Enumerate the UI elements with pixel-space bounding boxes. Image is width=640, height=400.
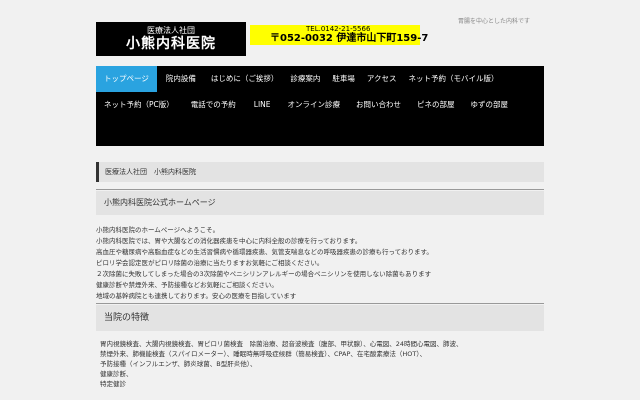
intro-line: ２次除菌に失敗してしまった場合の3次除菌やペニシリンアレルギーの場合ペニシリンを… — [96, 270, 432, 278]
nav-online-consultation[interactable]: オンライン診療 — [280, 92, 349, 118]
intro-line: 小熊内科医院のホームページへようこそ。 — [96, 226, 220, 234]
phone-number: TEL.0142-21-5566 — [306, 25, 371, 33]
divider — [96, 303, 544, 304]
feature-line: 特定健診 — [100, 380, 126, 388]
divider — [96, 189, 544, 190]
nav-row-1: トップページ 院内設備 はじめに（ご挨拶） 診療案内 駐車場 アクセス ネット予… — [96, 66, 504, 92]
feature-line: 胃内視鏡検査、大腸内視鏡検査、胃ピロリ菌検査 除菌治療、超音波検査（腹部、甲状腺… — [100, 340, 463, 348]
contact-box: TEL.0142-21-5566 〒052-0032 伊達市山下町159-7 — [250, 25, 428, 45]
section-title-home: 小熊内科医院公式ホームページ — [96, 191, 544, 215]
breadcrumb: 医療法人社団 小熊内科医院 — [96, 162, 544, 182]
intro-line: 健康診断や禁煙外来、予防接種などお気軽にご相談ください。 — [96, 281, 278, 289]
logo-subtitle: 医療法人社団 — [147, 26, 195, 35]
intro-text: 小熊内科医院のホームページへようこそ。 小熊内科医院では、胃や大腸などの消化器疾… — [96, 225, 544, 302]
clinic-logo[interactable]: 医療法人社団 小熊内科医院 — [96, 22, 246, 56]
nav-contact[interactable]: お問い合わせ — [348, 92, 409, 118]
nav-consultation[interactable]: 診療案内 — [284, 66, 326, 92]
logo-title: 小熊内科医院 — [126, 36, 216, 52]
nav-access[interactable]: アクセス — [361, 66, 403, 92]
main-nav: トップページ 院内設備 はじめに（ご挨拶） 診療案内 駐車場 アクセス ネット予… — [96, 66, 544, 146]
features-text: 胃内視鏡検査、大腸内視鏡検査、胃ピロリ菌検査 除菌治療、超音波検査（腹部、甲状腺… — [100, 339, 540, 389]
page: 医療法人社団 小熊内科医院 TEL.0142-21-5566 〒052-0032… — [0, 0, 640, 400]
breadcrumb-text: 医療法人社団 小熊内科医院 — [105, 168, 196, 176]
feature-line: 予防接種（インフルエンザ、肺炎球菌、B型肝炎他）、 — [100, 360, 257, 368]
nav-phone-booking[interactable]: 電話での予約 — [182, 92, 245, 118]
nav-web-booking-pc[interactable]: ネット予約（PC版） — [96, 92, 182, 118]
nav-row-2: ネット予約（PC版） 電話での予約 LINE オンライン診療 お問い合わせ ピネ… — [96, 92, 516, 118]
feature-line: 健康診断、 — [100, 370, 133, 378]
nav-web-booking-mobile[interactable]: ネット予約（モバイル版） — [402, 66, 504, 92]
address: 〒052-0032 伊達市山下町159-7 — [270, 33, 429, 44]
nav-line[interactable]: LINE — [245, 92, 280, 118]
nav-facilities[interactable]: 院内設備 — [157, 66, 205, 92]
section-title-features: 当院の特徴 — [96, 305, 544, 331]
intro-line: 高血圧や糖尿病や高脂血症などの生活習慣病や循環器疾患、気管支喘息などの呼吸器疾患… — [96, 248, 433, 256]
nav-yuzu-room[interactable]: ゆずの部屋 — [463, 92, 517, 118]
intro-line: 地域の基幹病院とも連携しております。安心の医療を目指しています — [96, 292, 297, 300]
tagline: 胃腸を中心とした内科です — [458, 18, 531, 25]
intro-line: ピロリ学会認定医がピロリ除菌の治療に当たりますお気軽にご相談ください。 — [96, 259, 324, 267]
intro-line: 小熊内科医院では、胃や大腸などの消化器疾患を中心に内科全般の診療を行っております… — [96, 237, 362, 245]
nav-top-page[interactable]: トップページ — [96, 66, 157, 92]
nav-pine-room[interactable]: ピネの部屋 — [409, 92, 463, 118]
nav-greeting[interactable]: はじめに（ご挨拶） — [205, 66, 285, 92]
feature-line: 禁煙外来、肺機能検査（スパイロメーター）、睡眠時無呼吸症候群（簡易検査）、CPA… — [100, 350, 427, 358]
nav-parking[interactable]: 駐車場 — [326, 66, 361, 92]
